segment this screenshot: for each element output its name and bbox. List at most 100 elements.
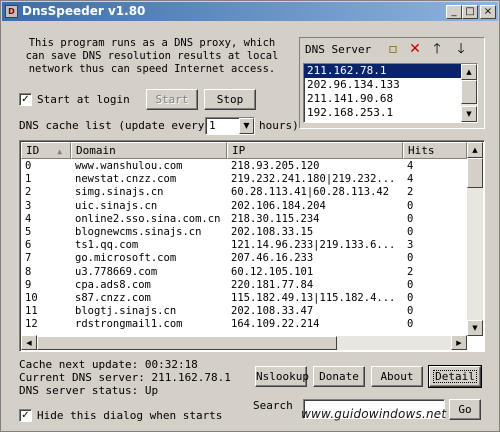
hide-dialog-row[interactable]: ✓ Hide this dialog when starts — [19, 409, 222, 422]
cell-id: 10 — [25, 291, 38, 304]
move-up-icon[interactable]: 🡑 — [429, 41, 445, 57]
scroll-up-icon[interactable]: ▲ — [467, 142, 483, 158]
detail-button[interactable]: Detail — [428, 365, 482, 388]
dns-server-item[interactable]: 192.168.253.1 — [304, 106, 477, 120]
table-row[interactable]: 4 online2.sso.sina.com.cn 218.30.115.234 0 — [21, 213, 467, 226]
start-at-login-checkbox[interactable]: ✓ — [19, 93, 32, 106]
table-row[interactable]: 11 blogtj.sinajs.cn 202.108.33.47 0 — [21, 305, 467, 318]
table-row[interactable]: 12 rdstrongmail1.com 164.109.22.214 0 — [21, 318, 467, 331]
cell-ip: 202.108.33.15 — [231, 225, 314, 238]
minimize-button[interactable]: _ — [446, 5, 462, 19]
dnsspeeder-window: D DnsSpeeder v1.80 _ □ × This program ru… — [0, 0, 500, 432]
table-row[interactable]: 9 cpa.ads8.com 220.181.77.84 0 — [21, 279, 467, 292]
table-row[interactable]: 10 s87.cnzz.com 115.182.49.13|115.182.4...… — [21, 292, 467, 305]
dns-cache-table[interactable]: ID ▲ Domain IP Hits 0 www.wanshulou.com 218… — [19, 140, 485, 352]
scroll-left-icon[interactable]: ◀ — [21, 335, 37, 350]
cell-id: 9 — [25, 278, 32, 291]
cell-id: 5 — [25, 225, 32, 238]
table-row[interactable]: 2 simg.sinajs.cn 60.28.113.41|60.28.113.42… — [21, 186, 467, 199]
cell-id: 6 — [25, 239, 32, 252]
table-row[interactable]: 0 www.wanshulou.com 218.93.205.120 4 — [21, 160, 467, 173]
dns-cache-label: DNS cache list (update every — [19, 119, 205, 132]
start-at-login-label: Start at login — [37, 93, 130, 106]
intro-text: This program runs as a DNS proxy, which … — [25, 37, 279, 75]
cell-domain: www.wanshulou.com — [75, 160, 183, 172]
cell-id: 1 — [25, 173, 32, 186]
table-header: ID ▲ Domain IP Hits — [21, 142, 467, 159]
cell-id: 0 — [25, 160, 32, 172]
scroll-thumb[interactable] — [467, 158, 483, 188]
scroll-thumb[interactable] — [37, 336, 337, 350]
scroll-thumb[interactable] — [461, 80, 477, 104]
cell-hits: 2 — [407, 186, 414, 199]
watermark-text: www.guidowindows.net — [301, 407, 447, 421]
chevron-down-icon[interactable]: ▼ — [239, 118, 254, 134]
cell-hits: 0 — [407, 305, 414, 318]
hide-dialog-checkbox[interactable]: ✓ — [19, 409, 32, 422]
cell-ip: 115.182.49.13|115.182.4... — [231, 291, 396, 304]
new-icon[interactable]: ▫ — [385, 41, 401, 57]
donate-button[interactable]: Donate — [313, 366, 365, 387]
start-at-login-row[interactable]: ✓ Start at login — [19, 93, 130, 106]
cell-ip: 164.109.22.214 — [231, 318, 320, 331]
current-dns-server: Current DNS server: 211.162.78.1 — [19, 371, 231, 384]
column-header-domain[interactable]: Domain — [71, 142, 227, 159]
app-icon: D — [5, 5, 18, 18]
cell-domain: blognewcms.sinajs.cn — [75, 225, 202, 238]
go-button[interactable]: Go — [449, 399, 481, 420]
cell-id: 2 — [25, 186, 32, 199]
cell-domain: go.microsoft.com — [75, 252, 177, 265]
cell-ip: 218.93.205.120 — [231, 160, 320, 172]
cell-ip: 220.181.77.84 — [231, 278, 314, 291]
scroll-down-icon[interactable]: ▼ — [461, 106, 477, 122]
title-bar[interactable]: D DnsSpeeder v1.80 _ □ × — [2, 2, 498, 21]
table-row[interactable]: 8 u3.778669.com 60.12.105.101 2 — [21, 266, 467, 279]
cell-hits: 0 — [407, 212, 414, 225]
move-down-icon[interactable]: 🡓 — [453, 41, 469, 57]
cache-next-update: Cache next update: 00:32:18 — [19, 358, 198, 371]
stop-button[interactable]: Stop — [204, 89, 256, 110]
focus-rect — [433, 370, 477, 383]
cell-domain: newstat.cnzz.com — [75, 173, 177, 186]
table-horizontal-scrollbar[interactable]: ◀ ▶ — [21, 335, 467, 350]
dns-server-list[interactable]: 211.162.78.1 202.96.134.133 211.141.90.6… — [303, 63, 478, 123]
scroll-down-icon[interactable]: ▼ — [467, 320, 483, 336]
table-body: 0 www.wanshulou.com 218.93.205.120 4 1 newsta… — [21, 160, 467, 331]
close-button[interactable]: × — [480, 5, 496, 19]
scroll-right-icon[interactable]: ▶ — [451, 335, 467, 350]
column-header-ip[interactable]: IP — [227, 142, 403, 159]
table-row[interactable]: 7 go.microsoft.com 207.46.16.233 0 — [21, 252, 467, 265]
dns-list-scrollbar[interactable]: ▲ ▼ — [461, 64, 477, 122]
nslookup-button[interactable]: Nslookup — [255, 366, 309, 387]
cell-domain: uic.sinajs.cn — [75, 199, 158, 212]
update-interval-dropdown[interactable]: 1 ▼ — [205, 117, 255, 135]
table-row[interactable]: 3 uic.sinajs.cn 202.106.184.204 0 — [21, 200, 467, 213]
cell-domain: ts1.qq.com — [75, 239, 139, 252]
cell-domain: blogtj.sinajs.cn — [75, 305, 177, 318]
dns-server-item[interactable]: 211.162.78.1 — [304, 64, 477, 78]
cell-hits: 0 — [407, 278, 414, 291]
table-vertical-scrollbar[interactable]: ▲ ▼ — [467, 142, 483, 336]
dns-server-status: DNS server status: Up — [19, 384, 159, 397]
scroll-up-icon[interactable]: ▲ — [461, 64, 477, 80]
about-button[interactable]: About — [371, 366, 423, 387]
table-row[interactable]: 1 newstat.cnzz.com 219.232.241.180|219.232… — [21, 173, 467, 186]
cell-hits: 0 — [407, 225, 414, 238]
start-button[interactable]: Start — [146, 89, 198, 110]
cell-domain: s87.cnzz.com — [75, 291, 151, 304]
column-header-id[interactable]: ID ▲ — [21, 142, 71, 159]
cell-ip: 219.232.241.180|219.232... — [231, 173, 396, 186]
table-row[interactable]: 6 ts1.qq.com 121.14.96.233|219.133.6... 3 — [21, 239, 467, 252]
dns-server-item[interactable]: 202.96.134.133 — [304, 78, 477, 92]
cell-id: 8 — [25, 265, 32, 278]
cell-id: 7 — [25, 252, 32, 265]
update-interval-value: 1 — [209, 119, 216, 132]
cell-ip: 218.30.115.234 — [231, 212, 320, 225]
column-header-hits[interactable]: Hits — [403, 142, 467, 159]
cell-id: 4 — [25, 212, 32, 225]
cell-ip: 60.28.113.41|60.28.113.42 — [231, 186, 390, 199]
table-row[interactable]: 5 blognewcms.sinajs.cn 202.108.33.15 0 — [21, 226, 467, 239]
delete-icon[interactable]: ✕ — [407, 41, 423, 57]
dns-server-item[interactable]: 211.141.90.68 — [304, 92, 477, 106]
maximize-button[interactable]: □ — [462, 5, 478, 19]
